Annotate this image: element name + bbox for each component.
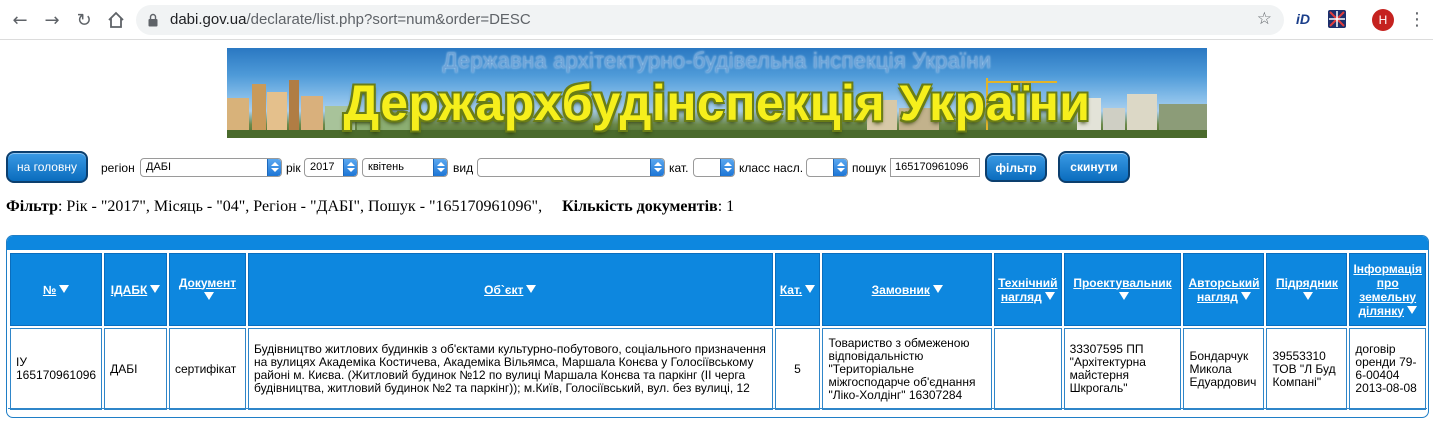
class-select[interactable] xyxy=(806,158,848,177)
cell-category: 5 xyxy=(774,328,821,410)
month-select[interactable]: квітень xyxy=(362,158,448,177)
banner-title: Держархбудінспекція України xyxy=(343,75,1091,131)
cell-idabk: ДАБІ xyxy=(104,328,167,410)
bookmark-star-icon[interactable]: ☆ xyxy=(1257,9,1272,29)
cell-customer: Товариство з обмеженою відповідальністю … xyxy=(822,328,993,410)
region-label: регіон xyxy=(101,161,135,175)
cell-num: ІУ 165170961096 xyxy=(10,328,103,410)
year-select[interactable]: 2017 xyxy=(304,158,358,177)
home-icon[interactable] xyxy=(104,8,128,32)
cell-document: сертифікат xyxy=(168,328,246,410)
select-arrows-icon xyxy=(720,159,734,176)
cell-designer: 33307595 ПП "Архітектурна майстерня Шкро… xyxy=(1063,328,1182,410)
cell-contractor: 39553310 ТОВ "Л Буд Компані" xyxy=(1266,328,1348,410)
column-header-land-info[interactable]: Інформація про земельну ділянку xyxy=(1349,253,1426,326)
column-header-num[interactable]: № xyxy=(10,253,103,326)
reload-icon[interactable]: ↻ xyxy=(72,8,96,32)
kebab-menu-icon[interactable]: ⋮ xyxy=(1408,9,1426,30)
table-row: ІУ 165170961096 ДАБІ сертифікат Будівниц… xyxy=(10,328,1426,410)
type-label: вид xyxy=(453,161,474,175)
sort-desc-icon xyxy=(59,284,70,293)
cell-author-supervision: Бондарчук Микола Едуардович xyxy=(1183,328,1265,410)
cell-object: Будівництво житлових будинків з об'єктам… xyxy=(247,328,773,410)
sort-desc-icon xyxy=(526,284,537,293)
results-table: № ІДАБК Документ Об`єкт Кат. Замовник Те… xyxy=(8,251,1428,412)
filter-button[interactable]: фільтр xyxy=(985,153,1047,182)
site-banner: Державна архітектурно-будівельна інспекц… xyxy=(227,48,1207,138)
select-arrows-icon xyxy=(833,159,847,176)
year-label: рік xyxy=(286,161,301,175)
address-bar[interactable]: dabi.gov.ua/declarate/list.php?sort=num&… xyxy=(136,5,1284,35)
sort-desc-icon xyxy=(1303,291,1314,300)
column-header-category[interactable]: Кат. xyxy=(774,253,821,326)
region-select[interactable]: ДАБІ xyxy=(140,158,282,177)
column-header-contractor[interactable]: Підрядник xyxy=(1266,253,1348,326)
extension-icon[interactable]: iD xyxy=(1296,11,1310,27)
home-button[interactable]: на головну xyxy=(6,151,88,183)
type-select[interactable] xyxy=(477,158,665,177)
sort-desc-icon xyxy=(1044,291,1055,300)
select-arrows-icon xyxy=(267,159,281,176)
column-header-tech-supervision[interactable]: Технічний нагляд xyxy=(994,253,1062,326)
cell-land-info: договір оренди 79-6-00404 2013-08-08 xyxy=(1349,328,1426,410)
reset-button[interactable]: скинути xyxy=(1058,151,1130,183)
column-header-object[interactable]: Об`єкт xyxy=(247,253,773,326)
banner-subtitle: Державна архітектурно-будівельна інспекц… xyxy=(442,48,992,73)
category-select[interactable] xyxy=(693,158,735,177)
profile-avatar[interactable]: H xyxy=(1372,9,1394,31)
extension-flag-icon[interactable] xyxy=(1328,10,1346,28)
select-arrows-icon xyxy=(433,159,447,176)
column-header-author-supervision[interactable]: Авторський нагляд xyxy=(1183,253,1265,326)
select-arrows-icon xyxy=(650,159,664,176)
filter-summary: Фільтр: Рік - "2017", Місяць - "04", Рег… xyxy=(6,198,735,215)
column-header-customer[interactable]: Замовник xyxy=(822,253,993,326)
sort-desc-icon xyxy=(1119,291,1130,300)
sort-desc-icon xyxy=(932,284,943,293)
sort-desc-icon xyxy=(150,284,161,293)
cell-tech-supervision xyxy=(994,328,1062,410)
column-header-designer[interactable]: Проектувальник xyxy=(1063,253,1182,326)
search-label: пошук xyxy=(852,161,887,175)
back-arrow-icon[interactable]: ← xyxy=(8,8,32,32)
forward-arrow-icon[interactable]: → xyxy=(40,8,64,32)
browser-toolbar: ← → ↻ dabi.gov.ua/declarate/list.php?sor… xyxy=(0,0,1433,40)
select-arrows-icon xyxy=(343,159,357,176)
category-label: кат. xyxy=(669,161,689,175)
sort-desc-icon xyxy=(1406,305,1417,314)
sort-desc-icon xyxy=(203,291,214,300)
lock-icon xyxy=(148,13,158,27)
url-text: dabi.gov.ua/declarate/list.php?sort=num&… xyxy=(170,11,531,28)
class-label: класс насл. xyxy=(739,161,804,175)
sort-desc-icon xyxy=(805,284,816,293)
column-header-idabk[interactable]: ІДАБК xyxy=(104,253,167,326)
column-header-document[interactable]: Документ xyxy=(168,253,246,326)
search-input[interactable]: 165170961096 xyxy=(890,158,980,177)
sort-desc-icon xyxy=(1240,291,1251,300)
results-table-frame: № ІДАБК Документ Об`єкт Кат. Замовник Те… xyxy=(6,235,1429,418)
